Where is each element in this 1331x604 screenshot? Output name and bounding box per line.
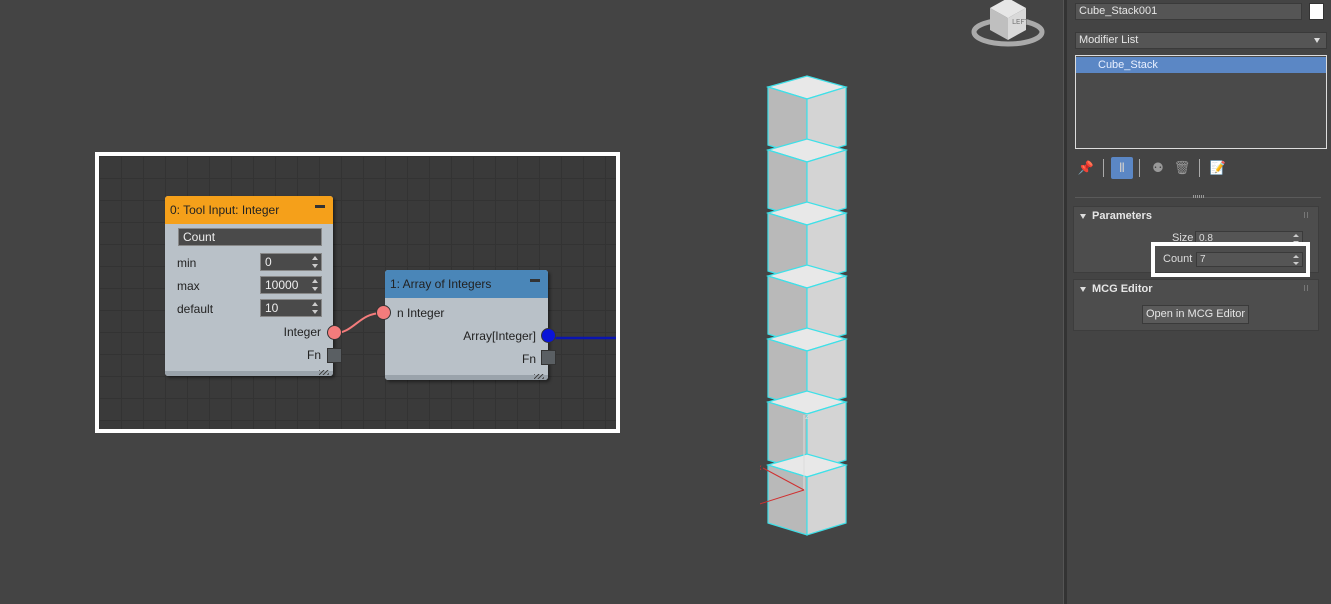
remove-modifier-icon[interactable]: 🗑 [1171, 157, 1193, 179]
modifier-stack-list[interactable]: Cube_Stack [1075, 55, 1327, 149]
node-header[interactable]: 0: Tool Input: Integer [165, 196, 333, 224]
z-axis-label: z [805, 412, 809, 421]
default-label: default [177, 302, 214, 316]
divider-grip-icon[interactable] [1193, 195, 1205, 198]
node-title: 0: Tool Input: Integer [170, 203, 280, 217]
node-header[interactable]: 1: Array of Integers [385, 270, 548, 298]
n-integer-label: n Integer [397, 306, 445, 320]
configure-sets-icon[interactable]: 📝 [1207, 157, 1229, 179]
cube-stack-object[interactable]: z x y [760, 70, 850, 540]
count-value: 7 [1200, 254, 1206, 265]
rollout-title[interactable]: Parameters [1092, 210, 1152, 222]
rollout-collapse-icon[interactable] [1080, 214, 1086, 219]
chevron-down-icon [1314, 38, 1320, 43]
node-footer [165, 370, 333, 376]
stack-item-cube-stack[interactable]: Cube_Stack [1076, 57, 1326, 73]
node-footer [385, 374, 548, 380]
array-output-label: Array[Integer] [463, 329, 536, 343]
min-label: min [177, 256, 197, 270]
make-unique-icon[interactable]: ⚉ [1147, 157, 1169, 179]
n-integer-input-port[interactable] [376, 305, 391, 320]
toolbar-divider [1199, 159, 1200, 177]
rollout-title[interactable]: MCG Editor [1092, 283, 1153, 295]
spinner-arrows-icon[interactable] [312, 256, 318, 268]
mcg-graph-canvas[interactable]: 0: Tool Input: Integer Count min 0 max 1… [95, 152, 620, 433]
pin-icon[interactable]: 📌 [1075, 157, 1097, 179]
object-color-swatch[interactable] [1309, 3, 1324, 20]
array-of-integers-node[interactable]: 1: Array of Integers n Integer Array[Int… [376, 270, 556, 380]
rollout-grip-icon[interactable] [1304, 285, 1310, 291]
count-spinner[interactable]: 7 [1196, 252, 1303, 267]
rollout-collapse-icon[interactable] [1080, 287, 1086, 292]
modifier-list-dropdown[interactable]: Modifier List [1075, 32, 1327, 49]
resize-grip-icon[interactable] [319, 370, 329, 375]
rollout-grip-icon[interactable] [1304, 212, 1310, 218]
toolbar-divider [1139, 159, 1140, 177]
fn-label: Fn [521, 352, 536, 366]
integer-wire [334, 312, 383, 334]
viewcube-face-label: LEFT [1012, 18, 1029, 26]
x-axis-label: x [760, 463, 762, 472]
integer-output-port[interactable] [327, 325, 342, 340]
fn-label: Fn [306, 348, 321, 362]
integer-output-label: Integer [283, 325, 321, 339]
max-label: max [177, 279, 200, 293]
node-name-field[interactable]: Count [178, 228, 322, 246]
minimize-icon[interactable] [315, 205, 325, 208]
show-end-result-icon[interactable]: Ⅱ [1111, 157, 1133, 179]
stack-cube [765, 453, 849, 536]
array-output-port[interactable] [541, 328, 556, 343]
cubes-group [765, 75, 849, 536]
spinner-arrows-icon[interactable] [312, 302, 318, 314]
resize-grip-icon[interactable] [534, 374, 544, 379]
spinner-arrows-icon[interactable] [1293, 255, 1299, 265]
default-value: 10 [265, 301, 279, 315]
tool-input-integer-node[interactable]: 0: Tool Input: Integer Count min 0 max 1… [165, 196, 342, 376]
max-value: 10000 [265, 278, 299, 292]
min-spinner[interactable]: 0 [260, 253, 322, 271]
toolbar-divider [1103, 159, 1104, 177]
viewcube-icon[interactable]: LEFT [970, 0, 1045, 50]
fn-port[interactable] [541, 350, 556, 365]
node-title: 1: Array of Integers [390, 277, 492, 291]
min-value: 0 [265, 255, 272, 269]
modifier-list-label: Modifier List [1079, 34, 1139, 46]
count-label: Count [1163, 253, 1193, 265]
max-spinner[interactable]: 10000 [260, 276, 322, 294]
spinner-arrows-icon[interactable] [312, 279, 318, 291]
minimize-icon[interactable] [530, 279, 540, 282]
open-in-mcg-editor-button[interactable]: Open in MCG Editor [1142, 305, 1249, 324]
fn-port[interactable] [327, 348, 342, 363]
default-spinner[interactable]: 10 [260, 299, 322, 317]
object-name-field[interactable]: Cube_Stack001 [1075, 3, 1302, 20]
viewport[interactable]: 0: Tool Input: Integer Count min 0 max 1… [0, 0, 1063, 604]
